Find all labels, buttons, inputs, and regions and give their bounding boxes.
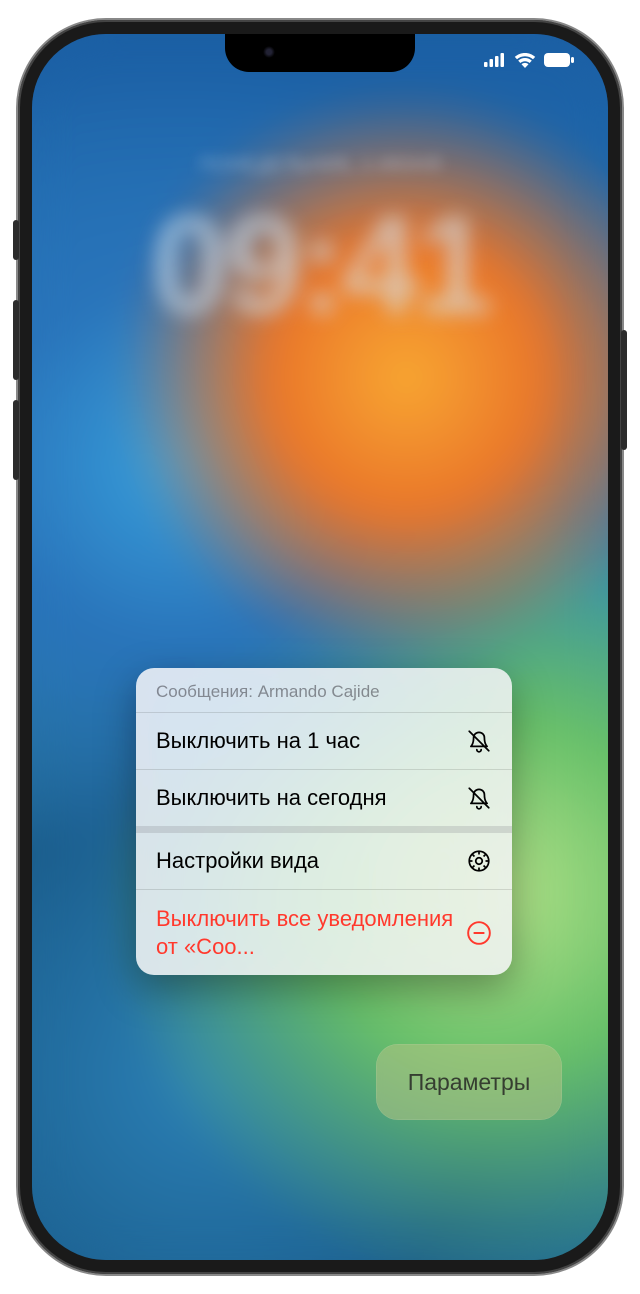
menu-header: Сообщения: Armando Cajide	[136, 668, 512, 713]
mute-one-hour-item[interactable]: Выключить на 1 час	[136, 713, 512, 770]
options-pill-label: Параметры	[408, 1069, 531, 1096]
menu-item-label: Выключить на сегодня	[156, 785, 387, 811]
menu-item-label: Выключить на 1 час	[156, 728, 360, 754]
minus-circle-icon	[466, 920, 492, 946]
cellular-signal-icon	[484, 53, 506, 72]
turn-off-all-item[interactable]: Выключить все уведомления от «Соо...	[136, 890, 512, 975]
battery-icon	[544, 53, 574, 72]
view-settings-item[interactable]: Настройки вида	[136, 833, 512, 890]
power-button	[621, 330, 627, 450]
volume-up-button	[13, 300, 19, 380]
screen: ПОНЕДЕЛЬНИК, 1 ИЮНЯ 09:41 Сообщения: Arm…	[32, 34, 608, 1260]
mute-today-item[interactable]: Выключить на сегодня	[136, 770, 512, 833]
menu-item-label: Настройки вида	[156, 848, 319, 874]
lockscreen-date: ПОНЕДЕЛЬНИК, 1 ИЮНЯ	[199, 154, 442, 177]
menu-item-label: Выключить все уведомления от «Соо...	[156, 905, 454, 960]
silent-switch	[13, 220, 19, 260]
lockscreen-time: 09:41	[151, 184, 489, 346]
status-bar	[484, 52, 574, 73]
wifi-icon	[514, 52, 536, 73]
volume-down-button	[13, 400, 19, 480]
options-pill[interactable]: Параметры	[376, 1044, 562, 1120]
notification-options-menu: Сообщения: Armando Cajide Выключить на 1…	[136, 668, 512, 975]
bell-slash-icon	[466, 728, 492, 754]
notch	[225, 34, 415, 72]
gear-icon	[466, 848, 492, 874]
bell-slash-icon	[466, 785, 492, 811]
phone-frame: ПОНЕДЕЛЬНИК, 1 ИЮНЯ 09:41 Сообщения: Arm…	[18, 20, 622, 1274]
